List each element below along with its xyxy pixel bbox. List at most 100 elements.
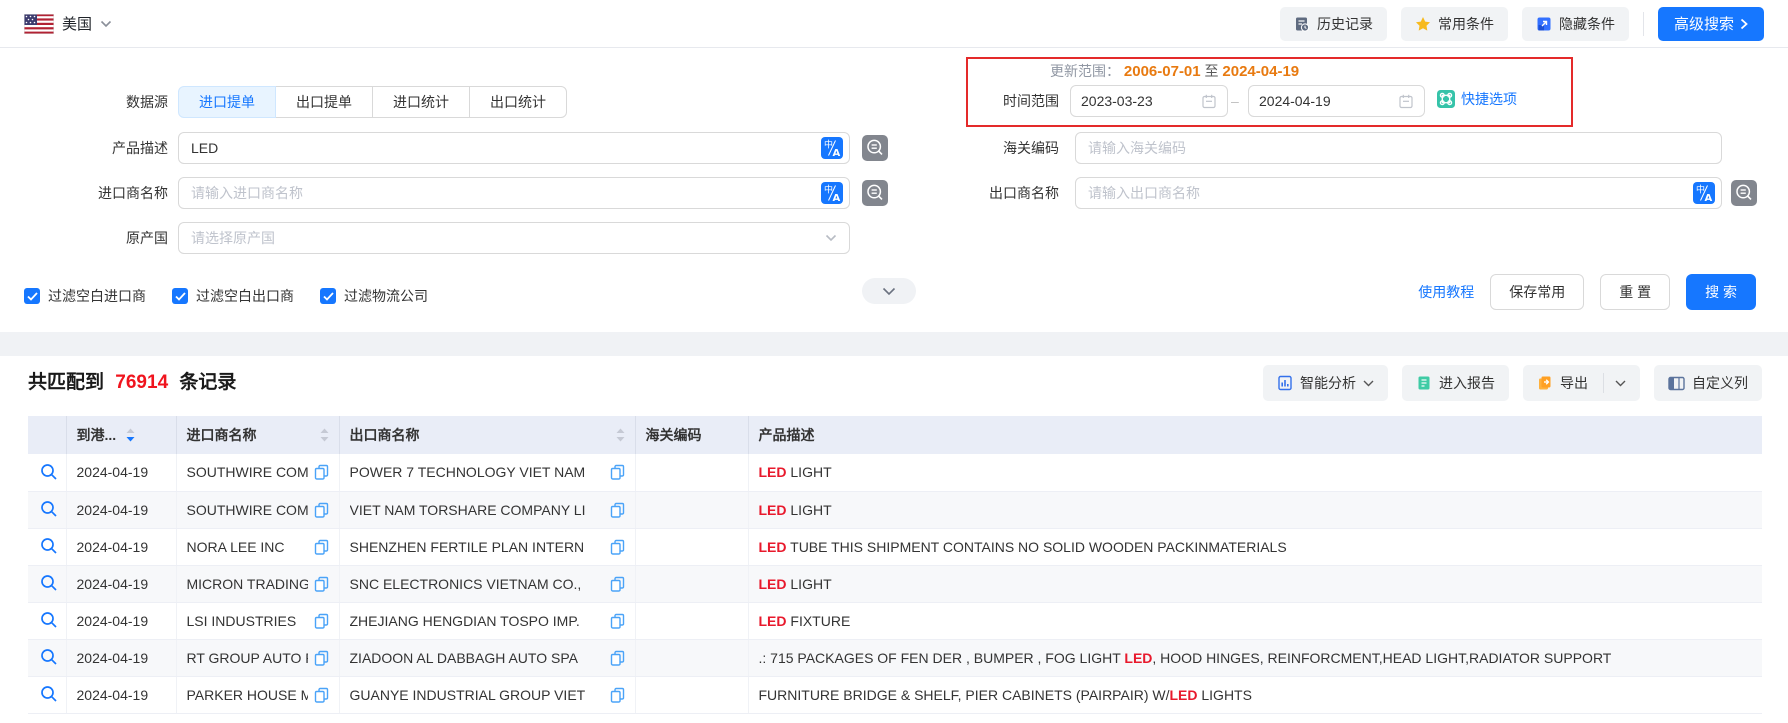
copy-icon[interactable] bbox=[314, 464, 329, 480]
hs-code-input[interactable] bbox=[1075, 132, 1722, 164]
end-date-input[interactable]: 2024-04-19 bbox=[1248, 85, 1425, 117]
exporter-name: ZHEJIANG HENGDIAN TOSPO IMP. bbox=[350, 613, 580, 629]
copy-icon[interactable] bbox=[610, 464, 625, 480]
importer-name: PARKER HOUSE M bbox=[187, 687, 308, 703]
tab-import-stats[interactable]: 进口统计 bbox=[372, 86, 470, 118]
enter-report-button[interactable]: 进入报告 bbox=[1402, 365, 1509, 401]
row-detail-search-icon[interactable] bbox=[38, 461, 60, 483]
copy-icon[interactable] bbox=[314, 687, 329, 703]
smart-analysis-label: 智能分析 bbox=[1300, 373, 1356, 393]
product-description: LED LIGHT bbox=[748, 491, 1762, 528]
copy-icon[interactable] bbox=[314, 539, 329, 555]
calendar-icon bbox=[1201, 93, 1217, 109]
translate-icon[interactable]: 中A bbox=[821, 137, 843, 159]
filter-logistics[interactable]: 过滤物流公司 bbox=[320, 286, 428, 306]
columns-icon bbox=[1668, 376, 1685, 391]
exporter-name: ZIADOON AL DABBAGH AUTO SPA bbox=[350, 650, 578, 666]
export-label: 导出 bbox=[1560, 373, 1588, 393]
sort-icon-desc-active[interactable] bbox=[126, 428, 135, 442]
filter-label: 过滤空白出口商 bbox=[196, 286, 294, 306]
header-arrival-date[interactable]: 到港... bbox=[66, 416, 176, 454]
table-header-row: 到港... 进口商名称 出口商名称 bbox=[28, 416, 1762, 454]
exact-match-icon[interactable] bbox=[1731, 180, 1757, 206]
product-description: FURNITURE BRIDGE & SHELF, PIER CABINETS … bbox=[748, 676, 1762, 713]
importer-name: SOUTHWIRE COMP bbox=[187, 464, 308, 480]
sort-icon[interactable] bbox=[320, 428, 329, 442]
copy-icon[interactable] bbox=[610, 650, 625, 666]
hs-code-label: 海关编码 bbox=[891, 132, 1059, 164]
copy-icon[interactable] bbox=[610, 687, 625, 703]
tutorial-link[interactable]: 使用教程 bbox=[1418, 282, 1474, 302]
highlighted-keyword: LED bbox=[759, 502, 787, 518]
copy-icon[interactable] bbox=[610, 502, 625, 518]
row-detail-search-icon[interactable] bbox=[38, 572, 60, 594]
start-date-input[interactable]: 2023-03-23 bbox=[1070, 85, 1228, 117]
command-icon bbox=[1437, 90, 1455, 108]
header-importer[interactable]: 进口商名称 bbox=[176, 416, 339, 454]
product-description: LED FIXTURE bbox=[748, 602, 1762, 639]
chevron-down-icon[interactable] bbox=[1615, 380, 1626, 387]
advanced-search-button[interactable]: 高级搜索 bbox=[1658, 7, 1764, 41]
arrival-date: 2024-04-19 bbox=[77, 464, 149, 480]
origin-country-select[interactable]: 请选择原产国 bbox=[178, 222, 850, 254]
save-conditions-button[interactable]: 保存常用 bbox=[1490, 274, 1584, 310]
filter-blank-importer[interactable]: 过滤空白进口商 bbox=[24, 286, 146, 306]
analysis-bi-icon bbox=[1277, 375, 1293, 391]
origin-country-placeholder: 请选择原产国 bbox=[191, 228, 275, 248]
copy-icon[interactable] bbox=[610, 613, 625, 629]
history-button[interactable]: 历史记录 bbox=[1280, 7, 1387, 41]
exporter-name: POWER 7 TECHNOLOGY VIET NAM bbox=[350, 464, 586, 480]
reset-button[interactable]: 重 置 bbox=[1600, 274, 1670, 310]
smart-analysis-button[interactable]: 智能分析 bbox=[1263, 365, 1388, 401]
row-detail-search-icon[interactable] bbox=[38, 535, 60, 557]
table-row: 2024-04-19 NORA LEE INC SHENZHEN FERTILE… bbox=[28, 528, 1762, 565]
sort-icon[interactable] bbox=[616, 428, 625, 442]
row-detail-search-icon[interactable] bbox=[38, 498, 60, 520]
search-button[interactable]: 搜 索 bbox=[1686, 274, 1756, 310]
checkbox-checked-icon bbox=[24, 288, 40, 304]
copy-icon[interactable] bbox=[314, 502, 329, 518]
filter-blank-exporter[interactable]: 过滤空白出口商 bbox=[172, 286, 294, 306]
importer-name: RT GROUP AUTO P bbox=[187, 650, 308, 666]
quick-options-link[interactable]: 快捷选项 bbox=[1437, 89, 1517, 109]
importer-input[interactable] bbox=[178, 177, 850, 209]
divider bbox=[1603, 373, 1604, 393]
favorites-button[interactable]: 常用条件 bbox=[1401, 7, 1508, 41]
collapse-panel-button[interactable] bbox=[862, 278, 916, 304]
translate-icon[interactable]: 中A bbox=[821, 182, 843, 204]
tab-export-bill[interactable]: 出口提单 bbox=[275, 86, 373, 118]
exporter-input[interactable] bbox=[1075, 177, 1722, 209]
country-selector[interactable]: 美国 bbox=[24, 13, 112, 34]
header-exporter[interactable]: 出口商名称 bbox=[339, 416, 635, 454]
tab-export-stats[interactable]: 出口统计 bbox=[469, 86, 567, 118]
exact-match-icon[interactable] bbox=[862, 135, 888, 161]
table-row: 2024-04-19 SOUTHWIRE COMP POWER 7 TECHNO… bbox=[28, 454, 1762, 491]
row-detail-search-icon[interactable] bbox=[38, 646, 60, 668]
highlighted-keyword: LED bbox=[759, 464, 787, 480]
export-button[interactable]: 导出 bbox=[1523, 365, 1640, 401]
chevron-down-icon bbox=[1363, 380, 1374, 387]
datasource-tabs: 进口提单 出口提单 进口统计 出口统计 bbox=[178, 86, 567, 118]
hide-conditions-button[interactable]: 隐藏条件 bbox=[1522, 7, 1629, 41]
exact-match-icon[interactable] bbox=[862, 180, 888, 206]
row-detail-search-icon[interactable] bbox=[38, 683, 60, 705]
translate-icon[interactable]: 中A bbox=[1693, 182, 1715, 204]
tab-import-bill[interactable]: 进口提单 bbox=[178, 86, 276, 118]
copy-icon[interactable] bbox=[314, 650, 329, 666]
exporter-name: VIET NAM TORSHARE COMPANY LI bbox=[350, 502, 586, 518]
header-hs-code: 海关编码 bbox=[635, 416, 748, 454]
customize-columns-button[interactable]: 自定义列 bbox=[1654, 365, 1762, 401]
row-detail-search-icon[interactable] bbox=[38, 609, 60, 631]
arrival-date: 2024-04-19 bbox=[77, 539, 149, 555]
copy-icon[interactable] bbox=[314, 576, 329, 592]
product-description: .: 715 PACKAGES OF FEN DER , BUMPER , FO… bbox=[748, 639, 1762, 676]
quick-options-label: 快捷选项 bbox=[1461, 89, 1517, 109]
copy-icon[interactable] bbox=[610, 539, 625, 555]
copy-icon[interactable] bbox=[314, 613, 329, 629]
arrival-date: 2024-04-19 bbox=[77, 687, 149, 703]
results-table: 到港... 进口商名称 出口商名称 bbox=[28, 416, 1762, 714]
copy-icon[interactable] bbox=[610, 576, 625, 592]
importer-label: 进口商名称 bbox=[0, 177, 168, 209]
product-desc-input[interactable] bbox=[178, 132, 850, 164]
importer-name: SOUTHWIRE COMP bbox=[187, 502, 308, 518]
